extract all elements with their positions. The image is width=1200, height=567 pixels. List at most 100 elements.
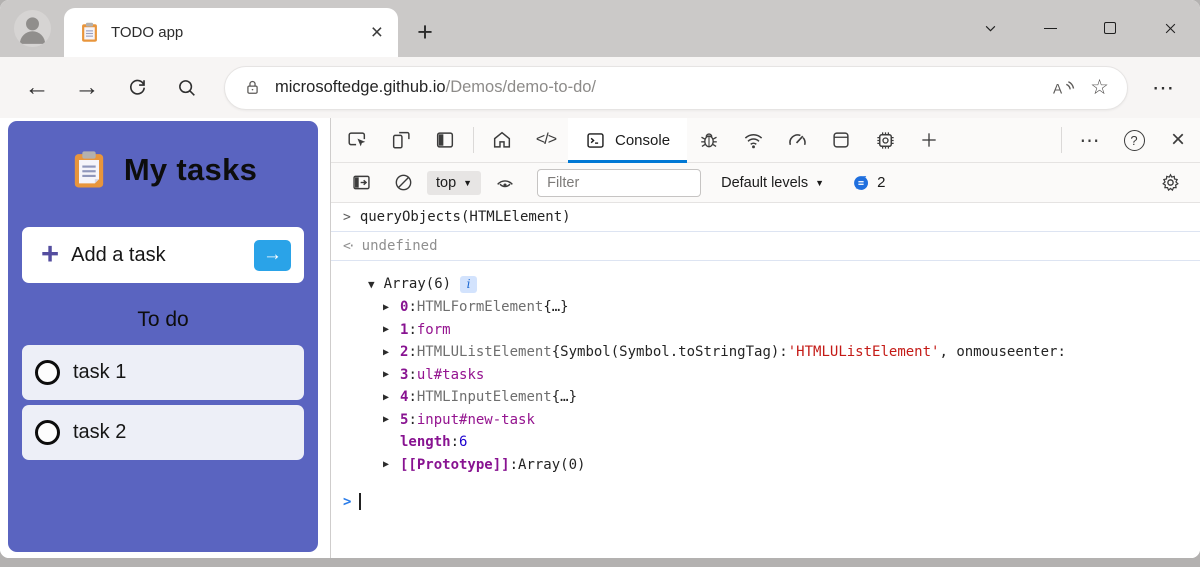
maximize-button[interactable] — [1080, 0, 1140, 56]
console-prompt-row[interactable]: > — [331, 493, 1200, 510]
issues-counter[interactable]: 2 — [852, 174, 885, 192]
console-icon — [587, 132, 604, 148]
console-entries: ▶ 0: HTMLFormElement {…} ▶ 1: form ▶ 2: HTMLU… — [331, 296, 1200, 476]
entry-part: 2 — [400, 344, 409, 361]
console-entry-row[interactable]: ▶ 0: HTMLFormElement {…} — [331, 296, 1200, 319]
array-label: Array(6) — [383, 276, 452, 292]
devtools-console-tab[interactable]: Console — [568, 118, 688, 163]
console-toolbar: top ▼ Default levels ▼ — [331, 163, 1200, 203]
devtools-debugger-tab[interactable] — [687, 118, 731, 162]
collapse-triangle-icon[interactable]: ▼ — [368, 278, 375, 291]
dock-left-icon — [436, 132, 454, 148]
browser-tab[interactable]: TODO app × — [64, 8, 398, 57]
task-item[interactable]: task 2 — [22, 405, 304, 460]
devtools-close-button[interactable]: × — [1156, 118, 1200, 162]
live-expression-button[interactable] — [487, 172, 523, 194]
browser-menu-button[interactable]: ⋯ — [1144, 75, 1184, 101]
javascript-context-dropdown[interactable]: top ▼ — [427, 170, 482, 195]
task-label: task 2 — [73, 421, 127, 443]
entry-part: , onmouseenter: — [939, 344, 1066, 361]
console-input-echo-row[interactable]: > queryObjects(HTMLElement) — [331, 203, 1200, 232]
add-task-submit-button[interactable]: → — [254, 239, 291, 271]
console-entry-row[interactable]: ▶ 3: ul#tasks — [331, 364, 1200, 387]
read-aloud-icon[interactable]: A — [1051, 77, 1077, 99]
search-button[interactable] — [166, 67, 208, 109]
devtools-tab-bar: </> Console ⋯ ? × — [331, 118, 1200, 163]
tab-actions-chevron-icon[interactable] — [960, 0, 1020, 56]
devtools-performance-tab[interactable] — [775, 118, 819, 162]
lock-icon[interactable] — [243, 78, 262, 97]
more-tools-button[interactable] — [907, 118, 951, 162]
eye-icon — [497, 179, 513, 187]
log-levels-dropdown[interactable]: Default levels ▼ — [721, 175, 824, 191]
inspect-element-button[interactable] — [335, 118, 379, 162]
bug-icon — [701, 133, 717, 148]
application-icon — [833, 132, 849, 148]
entry-part: {…} — [543, 299, 569, 316]
prompt-chevron-icon: > — [343, 493, 352, 510]
address-bar[interactable]: microsoftedge.github.io/Demos/demo-to-do… — [224, 65, 1128, 110]
devtools-memory-tab[interactable] — [863, 118, 907, 162]
devtools-welcome-tab[interactable] — [480, 118, 524, 162]
gauge-icon — [788, 133, 806, 145]
favorites-star-icon[interactable]: ☆ — [1090, 75, 1109, 100]
devtools-elements-tab[interactable]: </> — [524, 118, 568, 162]
devtools-help-button[interactable]: ? — [1112, 118, 1156, 162]
clear-console-button[interactable] — [385, 172, 421, 193]
console-entry-row[interactable]: ▶ 5: input#new-task — [331, 409, 1200, 432]
window-controls — [960, 0, 1200, 56]
array-header-row[interactable]: ▼ Array(6) i — [331, 272, 1200, 296]
person-icon — [19, 17, 46, 44]
device-toolbar-icon — [392, 131, 410, 149]
expand-triangle-icon[interactable]: ▶ — [383, 324, 400, 335]
task-label: task 1 — [73, 361, 127, 383]
dock-side-button[interactable] — [423, 118, 467, 162]
close-window-button[interactable] — [1140, 0, 1200, 56]
task-checkbox[interactable] — [35, 420, 60, 445]
devtools-menu-button[interactable]: ⋯ — [1068, 118, 1112, 162]
console-entry-row[interactable]: ▶ [[Prototype]]: Array(0) — [331, 454, 1200, 477]
console-filter-input[interactable] — [537, 168, 702, 197]
console-entry-row[interactable]: ▶ 1: form — [331, 319, 1200, 342]
add-task-field[interactable]: + Add a task → — [22, 227, 304, 283]
url-path: /Demos/demo-to-do/ — [445, 78, 597, 96]
entry-part: input#new-task — [416, 411, 535, 428]
expand-triangle-icon[interactable]: ▶ — [383, 459, 400, 470]
entry-part: 0 — [400, 299, 409, 316]
forward-button[interactable]: → — [66, 67, 108, 109]
devtools-panel: </> Console ⋯ ? × top ▼ Filter Default l… — [330, 118, 1200, 558]
chevron-down-icon: ▼ — [815, 177, 825, 188]
expand-triangle-icon[interactable]: ▶ — [383, 414, 400, 425]
input-chevron-icon: > — [343, 209, 351, 225]
entry-part: length — [400, 434, 451, 451]
expand-triangle-icon[interactable]: ▶ — [383, 369, 400, 380]
console-settings-button[interactable] — [1152, 172, 1188, 193]
device-emulation-button[interactable] — [379, 118, 423, 162]
console-entry-row[interactable]: ▶ 2: HTMLUListElement {Symbol(Symbol.toSt… — [331, 341, 1200, 364]
new-tab-button[interactable]: + — [408, 15, 442, 49]
console-entry-row[interactable]: length: 6 — [331, 431, 1200, 454]
profile-avatar[interactable] — [14, 10, 51, 47]
entry-part: 4 — [400, 389, 409, 406]
browser-toolbar: ← → microsoftedge.github.io/Demos/demo-t… — [0, 57, 1200, 118]
entry-part: 'HTMLUListElement' — [787, 344, 940, 361]
expand-triangle-icon[interactable]: ▶ — [383, 392, 400, 403]
console-result-row[interactable]: <· undefined — [331, 232, 1200, 261]
devtools-application-tab[interactable] — [819, 118, 863, 162]
task-item[interactable]: task 1 — [22, 345, 304, 400]
devtools-network-tab[interactable] — [731, 118, 775, 162]
tab-close-icon[interactable]: × — [371, 22, 383, 43]
refresh-button[interactable] — [116, 67, 158, 109]
back-button[interactable]: ← — [16, 67, 58, 109]
expand-triangle-icon[interactable]: ▶ — [383, 347, 400, 358]
minimize-button[interactable] — [1020, 0, 1080, 56]
task-list: task 1 task 2 — [8, 345, 318, 460]
arrow-right-icon: → — [263, 244, 282, 265]
console-sidebar-toggle-button[interactable] — [343, 172, 379, 193]
code-icon: </> — [535, 131, 557, 148]
help-icon: ? — [1123, 129, 1145, 151]
entry-part: {Symbol(Symbol.toStringTag): — [551, 344, 788, 361]
expand-triangle-icon[interactable]: ▶ — [383, 302, 400, 313]
console-entry-row[interactable]: ▶ 4: HTMLInputElement {…} — [331, 386, 1200, 409]
task-checkbox[interactable] — [35, 360, 60, 385]
